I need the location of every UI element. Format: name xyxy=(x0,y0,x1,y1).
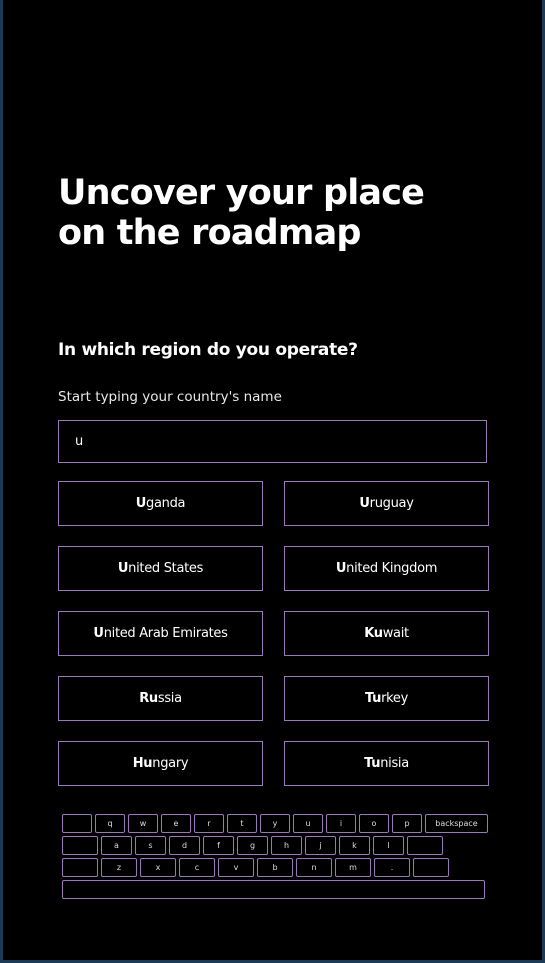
country-option-hungary[interactable]: Hu ngary xyxy=(58,741,263,786)
key-o[interactable]: o xyxy=(359,814,389,833)
keyboard-row-space xyxy=(62,880,485,899)
country-option-turkey[interactable]: Tu rkey xyxy=(284,676,489,721)
key-x[interactable]: x xyxy=(140,858,176,877)
key-t[interactable]: t xyxy=(227,814,257,833)
keyboard-row-3: z x c v b n m . xyxy=(62,858,485,877)
match-text: U xyxy=(335,561,347,576)
key-c[interactable]: c xyxy=(179,858,215,877)
country-option-kuwait[interactable]: Ku wait xyxy=(284,611,489,656)
option-label: wait xyxy=(382,626,409,641)
option-label: ssia xyxy=(157,691,182,706)
input-hint: Start typing your country's name xyxy=(58,389,282,405)
key-period[interactable]: . xyxy=(374,858,410,877)
option-label: ruguay xyxy=(369,496,414,511)
key-k[interactable]: k xyxy=(339,836,370,855)
key-r[interactable]: r xyxy=(194,814,224,833)
key-blank[interactable] xyxy=(62,858,98,877)
match-text: Ru xyxy=(139,691,158,706)
country-option-uruguay[interactable]: Uruguay xyxy=(284,481,489,526)
match-text: Ku xyxy=(364,626,383,641)
key-e[interactable]: e xyxy=(161,814,191,833)
keyboard-row-1: q w e r t y u i o p backspace xyxy=(62,814,488,833)
key-j[interactable]: j xyxy=(305,836,336,855)
key-u[interactable]: u xyxy=(293,814,323,833)
key-b[interactable]: b xyxy=(257,858,293,877)
key-blank[interactable] xyxy=(407,836,443,855)
country-option-united-states[interactable]: United States xyxy=(58,546,263,591)
key-backspace[interactable]: backspace xyxy=(425,814,488,833)
match-text: U xyxy=(135,496,147,511)
key-f[interactable]: f xyxy=(203,836,234,855)
key-y[interactable]: y xyxy=(260,814,290,833)
key-w[interactable]: w xyxy=(128,814,158,833)
key-l[interactable]: l xyxy=(373,836,404,855)
app-screen: Uncover your place on the roadmap In whi… xyxy=(3,0,542,960)
key-a[interactable]: a xyxy=(101,836,132,855)
key-blank[interactable] xyxy=(62,814,92,833)
match-text: U xyxy=(117,561,129,576)
country-option-uganda[interactable]: Uganda xyxy=(58,481,263,526)
key-i[interactable]: i xyxy=(326,814,356,833)
key-blank[interactable] xyxy=(413,858,449,877)
search-value: u xyxy=(75,434,84,449)
key-space[interactable] xyxy=(62,880,485,899)
on-screen-keyboard: q w e r t y u i o p backspace a s d f g … xyxy=(62,814,488,902)
region-question: In which region do you operate? xyxy=(58,340,358,360)
country-option-tunisia[interactable]: Tu nisia xyxy=(284,741,489,786)
key-g[interactable]: g xyxy=(237,836,268,855)
key-z[interactable]: z xyxy=(101,858,137,877)
key-m[interactable]: m xyxy=(335,858,371,877)
match-text: Tu xyxy=(364,756,381,771)
key-s[interactable]: s xyxy=(135,836,166,855)
option-label: nisia xyxy=(380,756,409,771)
match-text: U xyxy=(359,496,370,511)
country-option-united-arab-emirates[interactable]: United Arab Emirates xyxy=(58,611,263,656)
country-search-input[interactable]: u xyxy=(58,420,487,463)
keyboard-row-2: a s d f g h j k l xyxy=(62,836,485,855)
key-h[interactable]: h xyxy=(271,836,302,855)
key-q[interactable]: q xyxy=(95,814,125,833)
option-label: nited States xyxy=(128,561,204,576)
option-label: rkey xyxy=(381,691,408,706)
key-v[interactable]: v xyxy=(218,858,254,877)
country-option-russia[interactable]: Ru ssia xyxy=(58,676,263,721)
option-label: ngary xyxy=(152,756,189,771)
key-p[interactable]: p xyxy=(392,814,422,833)
key-blank[interactable] xyxy=(62,836,98,855)
country-option-united-kingdom[interactable]: United Kingdom xyxy=(284,546,489,591)
option-label: nited Arab Emirates xyxy=(103,626,228,641)
country-options: Uganda Uruguay United States United King… xyxy=(58,481,489,786)
option-label: nited Kingdom xyxy=(346,561,438,576)
page-title: Uncover your place on the roadmap xyxy=(58,173,425,253)
match-text: U xyxy=(93,626,104,641)
option-label: ganda xyxy=(146,496,186,511)
match-text: Tu xyxy=(364,691,382,706)
key-d[interactable]: d xyxy=(169,836,200,855)
key-n[interactable]: n xyxy=(296,858,332,877)
match-text: Hu xyxy=(132,756,153,771)
